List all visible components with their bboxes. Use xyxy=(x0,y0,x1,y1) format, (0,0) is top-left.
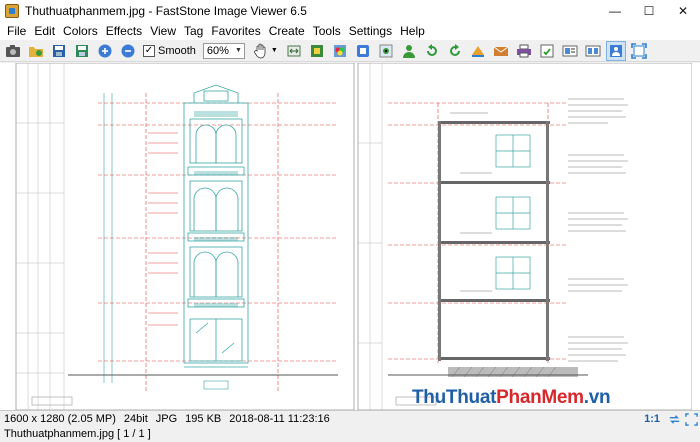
status-right-tools: 1:1 xyxy=(644,411,698,427)
save-as-icon xyxy=(76,44,88,57)
user-button[interactable] xyxy=(399,41,419,61)
red-eye-button[interactable] xyxy=(376,41,396,61)
smooth-label: Smooth xyxy=(158,44,196,57)
save-button[interactable] xyxy=(49,41,69,61)
smooth-checkbox[interactable]: ✓ xyxy=(143,44,155,57)
color-adjust-button[interactable] xyxy=(330,41,350,61)
window-title: Thuthuatphanmem.jpg - FastStone Image Vi… xyxy=(25,4,307,18)
slideshow-icon xyxy=(562,45,578,56)
email-button[interactable] xyxy=(491,41,511,61)
compare-icon xyxy=(585,45,601,56)
fit-screen-icon xyxy=(684,412,698,426)
rotate-right-icon xyxy=(449,43,460,56)
chevron-down-icon: ▼ xyxy=(234,47,242,54)
print-button[interactable] xyxy=(514,41,534,61)
camera-icon xyxy=(6,44,20,57)
slideshow-button[interactable] xyxy=(560,41,580,61)
zoom-out-icon xyxy=(121,44,135,57)
watermark-part-1: ThuThuat xyxy=(412,387,497,408)
save-icon xyxy=(53,44,65,57)
red-eye-icon xyxy=(379,44,393,57)
menu-edit[interactable]: Edit xyxy=(30,24,59,38)
rotate-right-button[interactable] xyxy=(445,41,465,61)
title-bar: Thuthuatphanmem.jpg - FastStone Image Vi… xyxy=(0,0,700,22)
fit-window-icon xyxy=(631,42,647,59)
hand-dropdown-icon[interactable]: ▼ xyxy=(271,47,278,54)
crop-button[interactable] xyxy=(307,41,327,61)
watermark-part-2: PhanMem xyxy=(496,387,584,408)
menu-help[interactable]: Help xyxy=(396,24,429,38)
status-file-size: 195 KB xyxy=(185,412,222,425)
crop-icon xyxy=(310,44,323,57)
maximize-button[interactable]: ☐ xyxy=(632,0,666,22)
status-format: JPG xyxy=(155,412,178,425)
flip-icon xyxy=(471,45,484,57)
swap-arrows-icon xyxy=(669,414,679,424)
compare-button[interactable] xyxy=(583,41,603,61)
clone-icon xyxy=(356,44,369,57)
camera-button[interactable] xyxy=(3,41,23,61)
export-button[interactable] xyxy=(537,41,557,61)
open-folder-icon xyxy=(29,46,43,57)
flip-button[interactable] xyxy=(468,41,488,61)
export-icon xyxy=(540,44,554,57)
watermark-part-3: .vn xyxy=(583,387,611,408)
status-bar: 1600 x 1280 (2.05 MP) 24bit JPG 195 KB 2… xyxy=(0,410,700,426)
hand-icon xyxy=(254,43,266,58)
swap-button[interactable] xyxy=(667,412,681,426)
watermark: ThuThuatPhanMem.vn xyxy=(412,387,611,409)
pan-hand-button[interactable] xyxy=(251,41,271,61)
smooth-toggle[interactable]: ✓ Smooth xyxy=(143,44,196,57)
rotate-left-button[interactable] xyxy=(422,41,442,61)
fit-window-button[interactable] xyxy=(629,41,649,61)
window-controls: — ☐ ✕ xyxy=(598,0,700,22)
resize-icon xyxy=(287,45,301,56)
zoom-in-button[interactable] xyxy=(95,41,115,61)
menu-tag[interactable]: Tag xyxy=(180,24,207,38)
zoom-in-icon xyxy=(98,44,112,57)
fullscreen-icon xyxy=(609,44,622,57)
minimize-button[interactable]: — xyxy=(598,0,632,22)
user-icon xyxy=(402,44,415,58)
zoom-out-button[interactable] xyxy=(118,41,138,61)
color-adjust-icon xyxy=(333,44,346,57)
menu-favorites[interactable]: Favorites xyxy=(207,24,264,38)
save-as-button[interactable] xyxy=(72,41,92,61)
menu-file[interactable]: File xyxy=(3,24,30,38)
open-folder-button[interactable] xyxy=(26,41,46,61)
status-bit-depth: 24bit xyxy=(123,412,148,425)
menu-settings[interactable]: Settings xyxy=(345,24,396,38)
app-icon xyxy=(5,4,19,18)
fit-screen-button[interactable] xyxy=(684,412,698,426)
rotate-left-icon xyxy=(426,43,437,56)
zoom-ratio-button[interactable]: 1:1 xyxy=(644,413,660,425)
file-name-index: Thuthuatphanmem.jpg [ 1 / 1 ] xyxy=(4,428,151,440)
clone-button[interactable] xyxy=(353,41,373,61)
architectural-drawing-image xyxy=(8,63,692,410)
email-icon xyxy=(493,46,509,56)
resize-button[interactable] xyxy=(284,41,304,61)
status-datetime: 2018-08-11 11:23:16 xyxy=(229,412,330,425)
toolbar: ✓ Smooth 60% ▼ ▼ xyxy=(0,40,700,62)
app-window: Thuthuatphanmem.jpg - FastStone Image Vi… xyxy=(0,0,700,442)
menu-effects[interactable]: Effects xyxy=(102,24,146,38)
menu-tools[interactable]: Tools xyxy=(309,24,345,38)
menu-view[interactable]: View xyxy=(146,24,180,38)
zoom-level-select[interactable]: 60% ▼ xyxy=(202,42,245,59)
close-button[interactable]: ✕ xyxy=(666,0,700,22)
menu-bar: File Edit Colors Effects View Tag Favori… xyxy=(0,22,700,40)
print-icon xyxy=(516,44,531,57)
status-dimensions: 1600 x 1280 (2.05 MP) xyxy=(4,412,116,425)
menu-colors[interactable]: Colors xyxy=(59,24,102,38)
zoom-level-value: 60% xyxy=(206,44,229,57)
image-viewport[interactable]: ThuThuatPhanMem.vn xyxy=(0,63,700,410)
file-info-bar: Thuthuatphanmem.jpg [ 1 / 1 ] xyxy=(0,426,700,442)
fullscreen-button[interactable] xyxy=(605,40,626,61)
menu-create[interactable]: Create xyxy=(265,24,309,38)
